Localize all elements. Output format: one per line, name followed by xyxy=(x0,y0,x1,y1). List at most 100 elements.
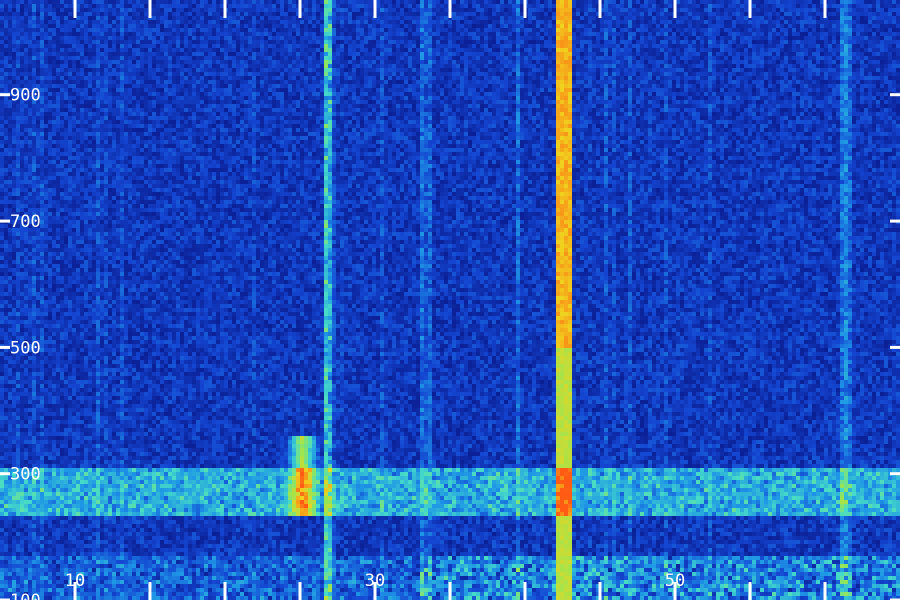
heatmap-cell xyxy=(748,36,752,40)
heatmap-cell xyxy=(408,28,412,32)
heatmap-cell xyxy=(568,84,572,88)
heatmap-cell xyxy=(36,48,40,52)
heatmap-cell xyxy=(716,48,720,52)
heatmap-cell xyxy=(492,44,496,48)
heatmap-cell xyxy=(628,72,632,76)
heatmap-cell xyxy=(728,0,732,4)
heatmap-cell xyxy=(800,48,804,52)
heatmap-cell xyxy=(4,20,8,24)
heatmap-cell xyxy=(792,72,796,76)
heatmap-cell xyxy=(852,44,856,48)
heatmap-cell xyxy=(476,76,480,80)
heatmap-cell xyxy=(564,52,568,56)
heatmap-cell xyxy=(568,12,572,16)
heatmap-cell xyxy=(40,52,44,56)
heatmap-cell xyxy=(632,28,636,32)
heatmap-cell xyxy=(812,44,816,48)
heatmap-cell xyxy=(228,48,232,52)
heatmap-cell xyxy=(632,20,636,24)
heatmap-cell xyxy=(444,52,448,56)
heatmap-cell xyxy=(4,84,8,88)
heatmap-cell xyxy=(200,84,204,88)
heatmap-cell xyxy=(432,52,436,56)
heatmap-cell xyxy=(772,80,776,84)
heatmap-cell xyxy=(404,72,408,76)
heatmap-cell xyxy=(708,52,712,56)
heatmap-cell xyxy=(488,24,492,28)
heatmap-cell xyxy=(260,60,264,64)
heatmap-cell xyxy=(96,36,100,40)
heatmap-cell xyxy=(284,72,288,76)
heatmap-cell xyxy=(308,72,312,76)
heatmap-cell xyxy=(240,76,244,80)
heatmap-cell xyxy=(552,60,556,64)
heatmap-cell xyxy=(4,76,8,80)
heatmap-cell xyxy=(772,44,776,48)
heatmap-cell xyxy=(236,8,240,12)
heatmap-cell xyxy=(608,0,612,4)
heatmap-cell xyxy=(324,76,328,80)
heatmap-cell xyxy=(292,72,296,76)
heatmap-cell xyxy=(192,48,196,52)
heatmap-cell xyxy=(440,76,444,80)
heatmap-cell xyxy=(616,68,620,72)
heatmap-cell xyxy=(352,76,356,80)
heatmap-cell xyxy=(500,72,504,76)
heatmap-cell xyxy=(476,4,480,8)
heatmap-cell xyxy=(372,32,376,36)
heatmap-cell xyxy=(216,64,220,68)
heatmap-cell xyxy=(416,72,420,76)
heatmap-cell xyxy=(424,48,428,52)
heatmap-cell xyxy=(476,16,480,20)
heatmap-cell xyxy=(656,84,660,88)
heatmap-cell xyxy=(548,60,552,64)
heatmap-cell xyxy=(436,64,440,68)
heatmap-cell xyxy=(636,36,640,40)
heatmap-cell xyxy=(164,44,168,48)
heatmap-cell xyxy=(656,64,660,68)
heatmap-cell xyxy=(896,44,900,48)
heatmap-cell xyxy=(448,84,452,88)
heatmap-cell xyxy=(272,64,276,68)
heatmap-cell xyxy=(760,56,764,60)
heatmap-cell xyxy=(204,20,208,24)
heatmap-cell xyxy=(132,44,136,48)
heatmap-cell xyxy=(560,32,564,36)
heatmap-cell xyxy=(192,72,196,76)
heatmap-cell xyxy=(444,80,448,84)
heatmap-cell xyxy=(416,40,420,44)
heatmap-cell xyxy=(96,60,100,64)
heatmap-cell xyxy=(232,36,236,40)
heatmap-cell xyxy=(656,28,660,32)
heatmap-cell xyxy=(396,0,400,4)
heatmap-cell xyxy=(596,60,600,64)
heatmap-cell xyxy=(568,16,572,20)
heatmap-cell xyxy=(160,8,164,12)
heatmap-cell xyxy=(772,52,776,56)
heatmap-cell xyxy=(388,40,392,44)
heatmap-cell xyxy=(880,80,884,84)
heatmap-cell xyxy=(356,68,360,72)
heatmap-cell xyxy=(604,60,608,64)
heatmap-cell xyxy=(380,72,384,76)
heatmap-cell xyxy=(880,20,884,24)
heatmap-cell xyxy=(848,72,852,76)
heatmap-cell xyxy=(48,52,52,56)
heatmap-cell xyxy=(516,24,520,28)
heatmap-cell xyxy=(364,56,368,60)
heatmap-cell xyxy=(452,56,456,60)
heatmap-cell xyxy=(608,52,612,56)
heatmap-cell xyxy=(644,4,648,8)
heatmap-cell xyxy=(796,8,800,12)
heatmap-cell xyxy=(352,72,356,76)
heatmap-cell xyxy=(312,72,316,76)
heatmap-cell xyxy=(444,76,448,80)
heatmap-cell xyxy=(840,20,844,24)
heatmap-cell xyxy=(304,28,308,32)
heatmap-cell xyxy=(224,80,228,84)
heatmap-cell xyxy=(220,72,224,76)
heatmap-cell xyxy=(24,36,28,40)
heatmap-cell xyxy=(592,48,596,52)
heatmap-cell xyxy=(608,64,612,68)
heatmap-cell xyxy=(488,56,492,60)
